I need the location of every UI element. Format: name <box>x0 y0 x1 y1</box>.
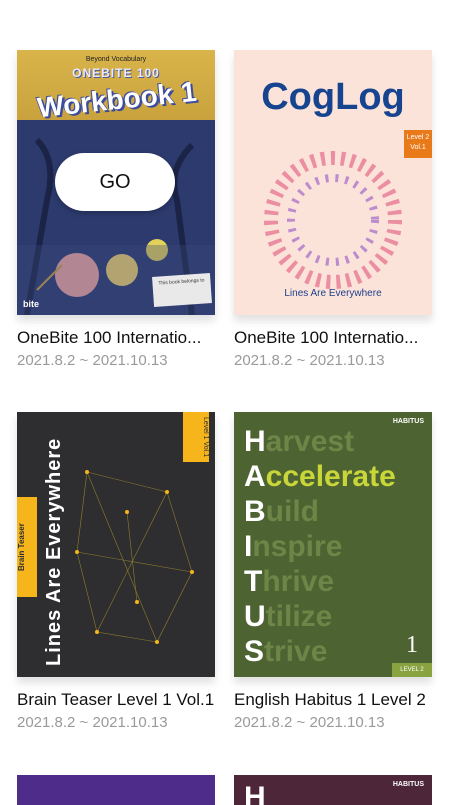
book-cover-workbook[interactable]: Beyond Vocabulary ONEBITE 100 Workbook 1… <box>17 50 215 315</box>
cover-word: Build <box>244 494 396 529</box>
book-date-range: 2021.8.2 ~ 2021.10.13 <box>234 714 385 731</box>
cover-word-initial: T <box>244 565 263 598</box>
go-button[interactable]: GO <box>55 153 175 211</box>
cover-word-rest: hrive <box>262 565 335 598</box>
book-card[interactable]: HABITUS Harvest Accelerate Build Inspire… <box>234 412 432 731</box>
cover-brand: HABITUS <box>392 781 424 788</box>
cover-doodle-ring <box>264 151 402 289</box>
cover-word-initial: A <box>244 460 266 493</box>
book-card[interactable]: CogLog Level 2 Vol.1 Lines Are Everywher… <box>234 50 432 369</box>
cover-brand: HABITUS <box>392 418 424 425</box>
cover-word-initial: U <box>244 600 266 633</box>
cover-word-rest: trive <box>264 635 328 668</box>
book-date-range: 2021.8.2 ~ 2021.10.13 <box>234 352 385 369</box>
book-title: OneBite 100 Internatio... <box>234 328 419 347</box>
book-card[interactable]: Level 1 Vol.1 Brain Teaser Lines Are Eve… <box>17 412 215 731</box>
book-title: Brain Teaser Level 1 Vol.1 <box>17 690 215 709</box>
cover-word-rest: arvest <box>265 425 355 458</box>
book-cover-coglog[interactable]: CogLog Level 2 Vol.1 Lines Are Everywher… <box>234 50 432 315</box>
book-grid: Beyond Vocabulary ONEBITE 100 Workbook 1… <box>0 0 450 805</box>
book-title: OneBite 100 Internatio... <box>17 328 202 347</box>
cover-note: This book belongs to <box>152 273 212 307</box>
cover-level-badge: LEVEL 2 <box>392 663 432 677</box>
cover-number: 1 <box>406 632 418 658</box>
book-title: English Habitus 1 Level 2 <box>234 690 426 709</box>
cover-word-list: Harvest Accelerate Build Inspire Thrive … <box>244 424 396 669</box>
cover-title: Lines Are Everywhere <box>43 437 65 667</box>
cover-word: Utilize <box>244 599 396 634</box>
cover-word: Strive <box>244 634 396 669</box>
cover-word-rest: tilize <box>265 600 333 633</box>
cover-word-initial: H <box>244 425 266 458</box>
book-cover-partial[interactable]: H HABITUS <box>234 775 432 805</box>
book-card[interactable]: Beyond Vocabulary ONEBITE 100 Workbook 1… <box>17 50 215 369</box>
cover-word-rest: uild <box>265 495 319 528</box>
cover-word-initial: S <box>244 635 265 668</box>
cover-word: Harvest <box>244 424 396 459</box>
book-date-range: 2021.8.2 ~ 2021.10.13 <box>17 714 168 731</box>
cover-tagline: Lines Are Everywhere <box>284 288 382 299</box>
cover-word-rest: nspire <box>252 530 343 563</box>
book-cover-habitus[interactable]: HABITUS Harvest Accelerate Build Inspire… <box>234 412 432 677</box>
cover-logo: bite <box>23 299 40 309</box>
book-date-range: 2021.8.2 ~ 2021.10.13 <box>17 352 168 369</box>
cover-word: Accelerate <box>244 459 396 494</box>
book-cover-partial[interactable] <box>17 775 215 805</box>
cover-series: Brain Teaser <box>17 523 26 571</box>
cover-word: Thrive <box>244 564 396 599</box>
cover-word-initial: B <box>244 495 266 528</box>
book-cover-brain-teaser[interactable]: Level 1 Vol.1 Brain Teaser Lines Are Eve… <box>17 412 215 677</box>
cover-level-badge: Level 1 Vol.1 <box>183 412 209 462</box>
cover-word: Inspire <box>244 529 396 564</box>
cover-word-rest: ccelerate <box>265 460 396 493</box>
cover-word-initial: H <box>244 781 266 805</box>
